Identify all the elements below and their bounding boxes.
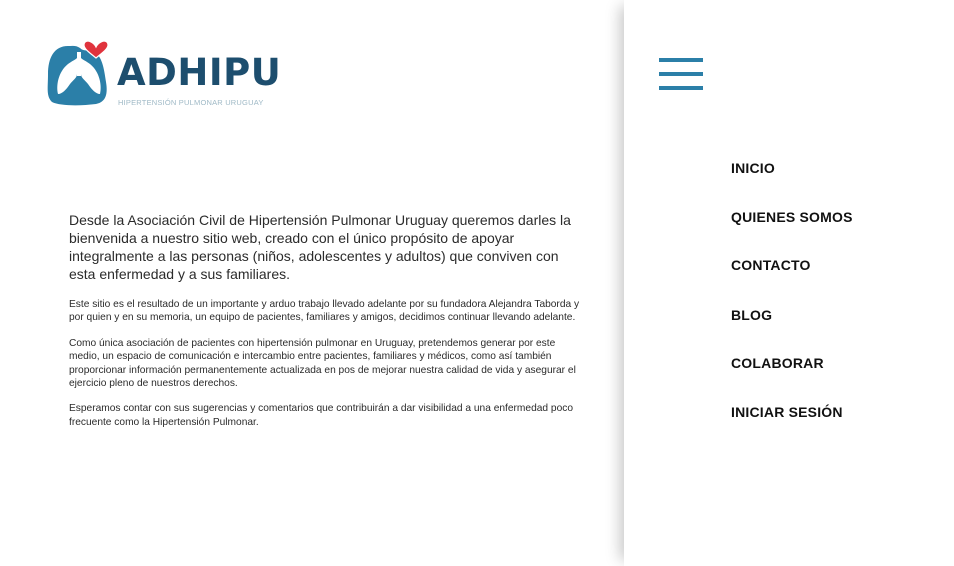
brand-tagline: HIPERTENSIÓN PULMONAR URUGUAY (118, 98, 264, 107)
nav-item-blog[interactable]: BLOG (731, 307, 772, 323)
side-menu-panel: INICIO QUIENES SOMOS CONTACTO BLOG COLAB… (624, 0, 954, 566)
lungs-heart-logo-icon (47, 40, 109, 106)
body-paragraph: Este sitio es el resultado de un importa… (69, 299, 580, 324)
nav-item-colaborar[interactable]: COLABORAR (731, 355, 824, 371)
welcome-content: Desde la Asociación Civil de Hipertensió… (69, 211, 581, 441)
nav-item-iniciar-sesion[interactable]: INICIAR SESIÓN (731, 404, 843, 420)
body-paragraph: Como única asociación de pacientes con h… (69, 337, 576, 390)
nav-item-contacto[interactable]: CONTACTO (731, 257, 811, 273)
welcome-lead-text: Desde la Asociación Civil de Hipertensió… (69, 212, 571, 282)
brand-name: ADHIPU (117, 51, 282, 94)
main-panel: ADHIPU HIPERTENSIÓN PULMONAR URUGUAY Des… (0, 0, 624, 566)
body-paragraph: Esperamos contar con sus sugerencias y c… (69, 403, 573, 428)
site-logo[interactable]: ADHIPU HIPERTENSIÓN PULMONAR URUGUAY (46, 40, 281, 112)
nav-item-quienes-somos[interactable]: QUIENES SOMOS (731, 209, 853, 225)
hamburger-bar (659, 86, 703, 90)
nav-item-inicio[interactable]: INICIO (731, 160, 775, 176)
hamburger-bar (659, 58, 703, 62)
hamburger-menu-icon[interactable] (659, 58, 703, 92)
hamburger-bar (659, 72, 703, 76)
